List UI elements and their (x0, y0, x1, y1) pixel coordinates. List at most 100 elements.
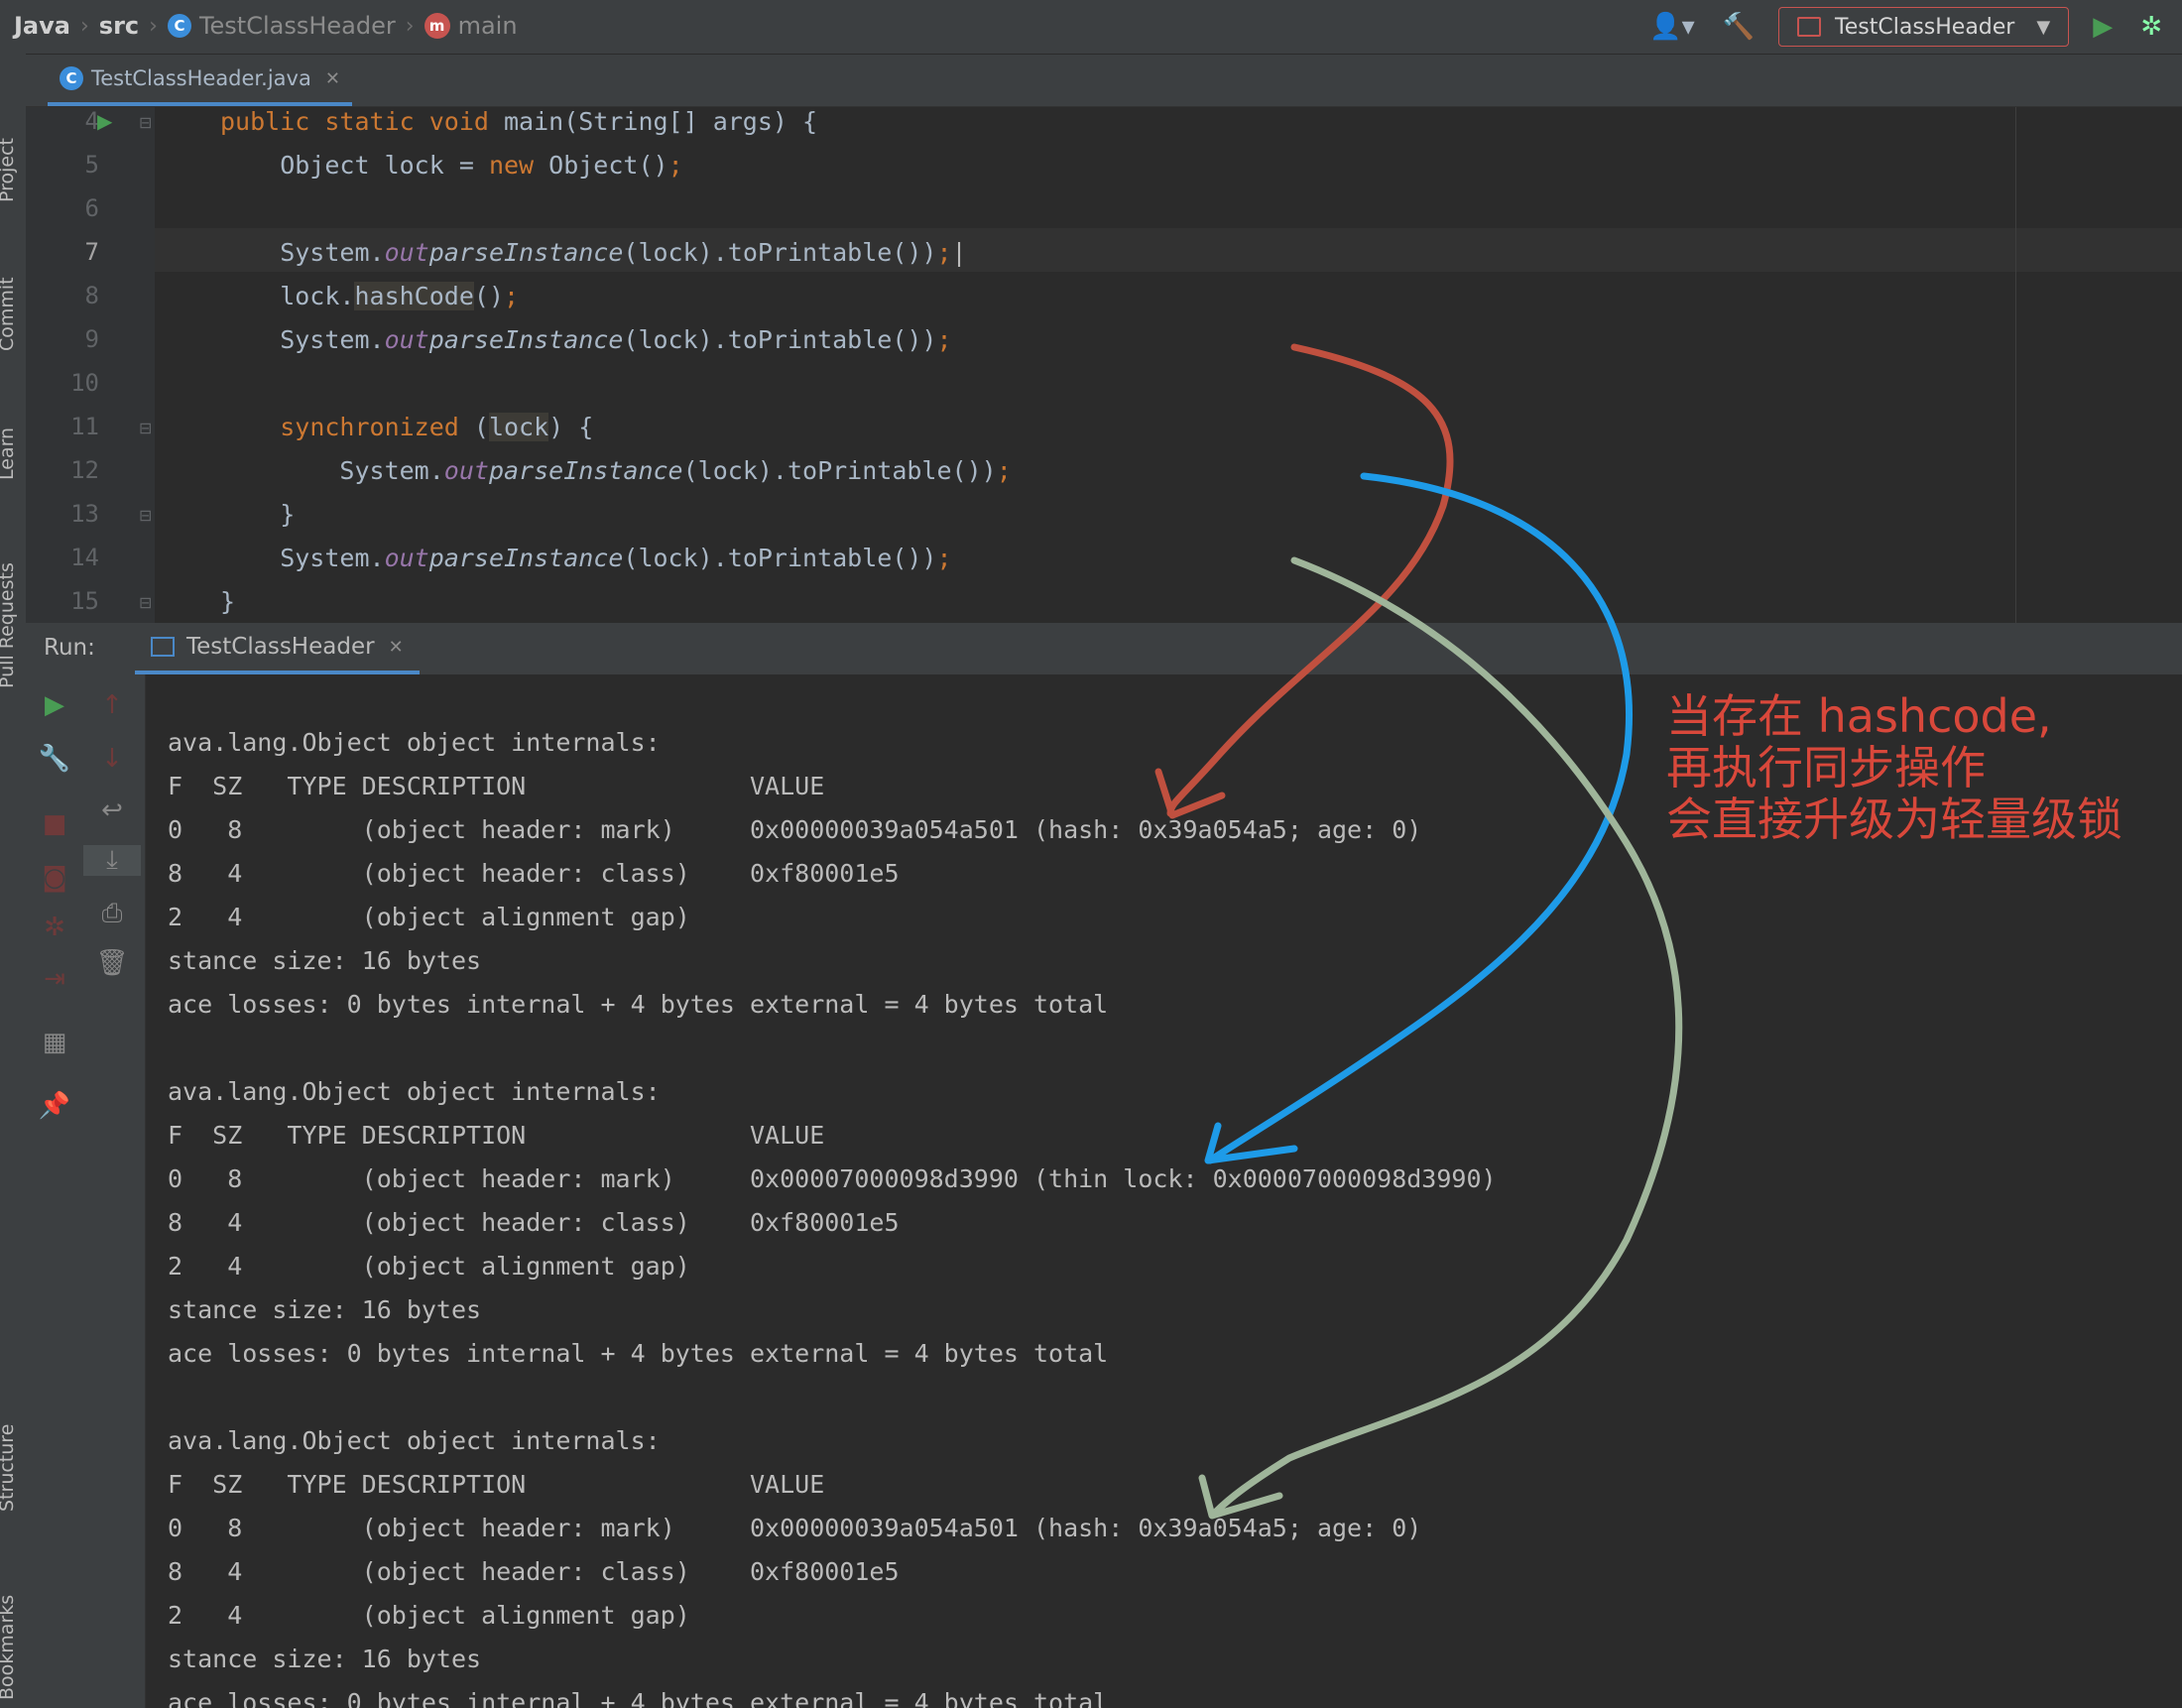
run-tab-label: TestClassHeader (186, 634, 375, 660)
line-number: 6 (84, 194, 99, 222)
breadcrumb-project[interactable]: Java (14, 12, 70, 40)
console-line: 0 8 (object header: mark) 0x00000039a054… (168, 1514, 1422, 1542)
code-line-9: System.outparseInstance(lock).toPrintabl… (220, 325, 952, 354)
close-icon[interactable]: ✕ (389, 637, 404, 658)
soft-wrap-icon[interactable]: ↩ (83, 795, 141, 825)
code-text: (lock).toPrintable()) (623, 544, 937, 572)
class-icon: C (167, 14, 191, 38)
run-panel-header: Run: TestClassHeader ✕ (26, 623, 2182, 674)
exit-icon[interactable]: ⇥ (26, 964, 83, 994)
code-text: ) { (548, 413, 594, 441)
tool-commit[interactable]: Commit (0, 277, 18, 351)
run-config-icon (1797, 17, 1822, 37)
line-number: 4 (84, 107, 99, 135)
field: out (443, 456, 489, 485)
line-number: 8 (84, 282, 99, 309)
line-number: 5 (84, 151, 99, 179)
semicolon: ; (936, 544, 952, 572)
arrow-up-icon[interactable]: ↑ (83, 690, 141, 720)
tab-testclassheader-java[interactable]: C TestClassHeader.java ✕ (48, 55, 352, 106)
fold-icon[interactable]: ⊟ (139, 593, 152, 612)
line-number: 14 (70, 544, 99, 571)
console-line: F SZ TYPE DESCRIPTION VALUE (168, 1470, 825, 1499)
console-line: 8 4 (object header: class) 0xf80001e5 (168, 1208, 900, 1237)
console-line: F SZ TYPE DESCRIPTION VALUE (168, 772, 825, 800)
breadcrumb-src[interactable]: src (99, 12, 139, 40)
arrow-down-icon[interactable]: ↓ (83, 744, 141, 774)
console-line: 0 8 (object header: mark) 0x00007000098d… (168, 1164, 1497, 1193)
tool-structure[interactable]: Structure (0, 1424, 18, 1512)
tool-bookmarks[interactable]: Bookmarks (0, 1595, 18, 1700)
code-line-8: lock.hashCode(); (220, 282, 519, 310)
console-line: 8 4 (object header: class) 0xf80001e5 (168, 859, 900, 888)
console-line: ava.lang.Object object internals: (168, 1077, 661, 1106)
run-toolbar-primary: ▶ 🔧 ■ ◙ ✲ ⇥ ▦ 📌 (26, 674, 83, 1708)
code-text: () (473, 282, 504, 310)
code-line-5: Object lock = new Object(); (220, 151, 682, 180)
fold-icon[interactable]: ⊟ (139, 506, 152, 525)
print-icon[interactable]: ⎙ (83, 899, 141, 929)
tool-pull-requests[interactable]: Pull Requests (0, 562, 18, 688)
console-line: 8 4 (object header: class) 0xf80001e5 (168, 1557, 900, 1586)
code-text: Object() (548, 151, 668, 180)
static-call: parseInstance (488, 456, 683, 485)
code-line-14: System.outparseInstance(lock).toPrintabl… (220, 544, 952, 572)
console-line: stance size: 16 bytes (168, 1645, 482, 1673)
wrench-icon[interactable]: 🔧 (26, 744, 83, 774)
hammer-icon[interactable]: 🔨 (1723, 12, 1755, 42)
code-line-15: } (220, 587, 235, 616)
editor-gutter: 4 5 6 7 8 9 10 11 12 13 14 15 ▶ ⊟ ⊟ ⊟ ⊟ (26, 107, 155, 623)
run-config-icon (151, 637, 175, 657)
scroll-to-end-icon[interactable]: ⤓ (83, 845, 141, 876)
trash-icon[interactable]: 🗑 (83, 948, 141, 978)
bug-icon[interactable]: ✲ (26, 913, 83, 942)
breadcrumb-class[interactable]: TestClassHeader (199, 12, 396, 40)
kw: new (488, 151, 549, 180)
run-icon[interactable]: ▶ (2093, 12, 2113, 42)
run-tab[interactable]: TestClassHeader ✕ (135, 623, 420, 674)
console-line: ava.lang.Object object internals: (168, 728, 661, 757)
code-text: (lock).toPrintable()) (623, 325, 937, 354)
line-number: 15 (70, 587, 99, 615)
breadcrumb-method[interactable]: main (458, 12, 518, 40)
breadcrumb: Java › src › C TestClassHeader › m main (14, 12, 518, 40)
close-icon[interactable]: ✕ (325, 68, 340, 89)
semicolon: ; (936, 325, 952, 354)
static-call: parseInstance (428, 325, 624, 354)
method-icon: m (424, 13, 450, 39)
line-number: 13 (70, 500, 99, 528)
camera-icon[interactable]: ◙ (26, 863, 83, 893)
run-configuration-select[interactable]: TestClassHeader ▼ (1778, 7, 2070, 47)
field: out (384, 238, 429, 267)
pin-icon[interactable]: 📌 (26, 1091, 83, 1121)
code-editor[interactable]: 4 5 6 7 8 9 10 11 12 13 14 15 ▶ ⊟ ⊟ ⊟ ⊟ … (26, 107, 2182, 623)
chevron-right-icon: › (405, 13, 415, 39)
code-text: } (220, 587, 236, 616)
tool-learn[interactable]: Learn (0, 427, 18, 480)
debug-icon[interactable]: ✲ (2140, 12, 2162, 42)
console-line: ava.lang.Object object internals: (168, 1426, 661, 1455)
kw: synchronized (280, 413, 459, 441)
stop-icon[interactable]: ■ (26, 809, 83, 839)
code-line-4: public static void main(String[] args) { (220, 107, 817, 136)
layout-icon[interactable]: ▦ (26, 1028, 83, 1057)
code-text: (lock).toPrintable()) (682, 456, 997, 485)
semicolon: ; (936, 238, 952, 267)
code-text: System. (220, 238, 385, 267)
kw: public static void (220, 107, 504, 136)
code-text: Object lock = (220, 151, 489, 180)
editor-tab-bar: C TestClassHeader.java ✕ (26, 55, 2182, 107)
annotation-note: 当存在 hashcode, 再执行同步操作 会直接升级为轻量级锁 (1666, 689, 2122, 846)
console-line: ace losses: 0 bytes internal + 4 bytes e… (168, 1688, 1109, 1708)
code-text: System. (220, 456, 444, 485)
run-gutter-icon[interactable]: ▶ (97, 109, 112, 133)
line-number: 11 (70, 413, 99, 440)
semicolon: ; (504, 282, 520, 310)
line-number: 7 (84, 238, 99, 266)
fold-icon[interactable]: ⊟ (139, 113, 152, 132)
line-number: 12 (70, 456, 99, 484)
fold-icon[interactable]: ⊟ (139, 419, 152, 437)
user-icon[interactable]: 👤▾ (1649, 12, 1694, 42)
tool-project[interactable]: Project (0, 138, 18, 202)
rerun-icon[interactable]: ▶ (26, 690, 83, 720)
